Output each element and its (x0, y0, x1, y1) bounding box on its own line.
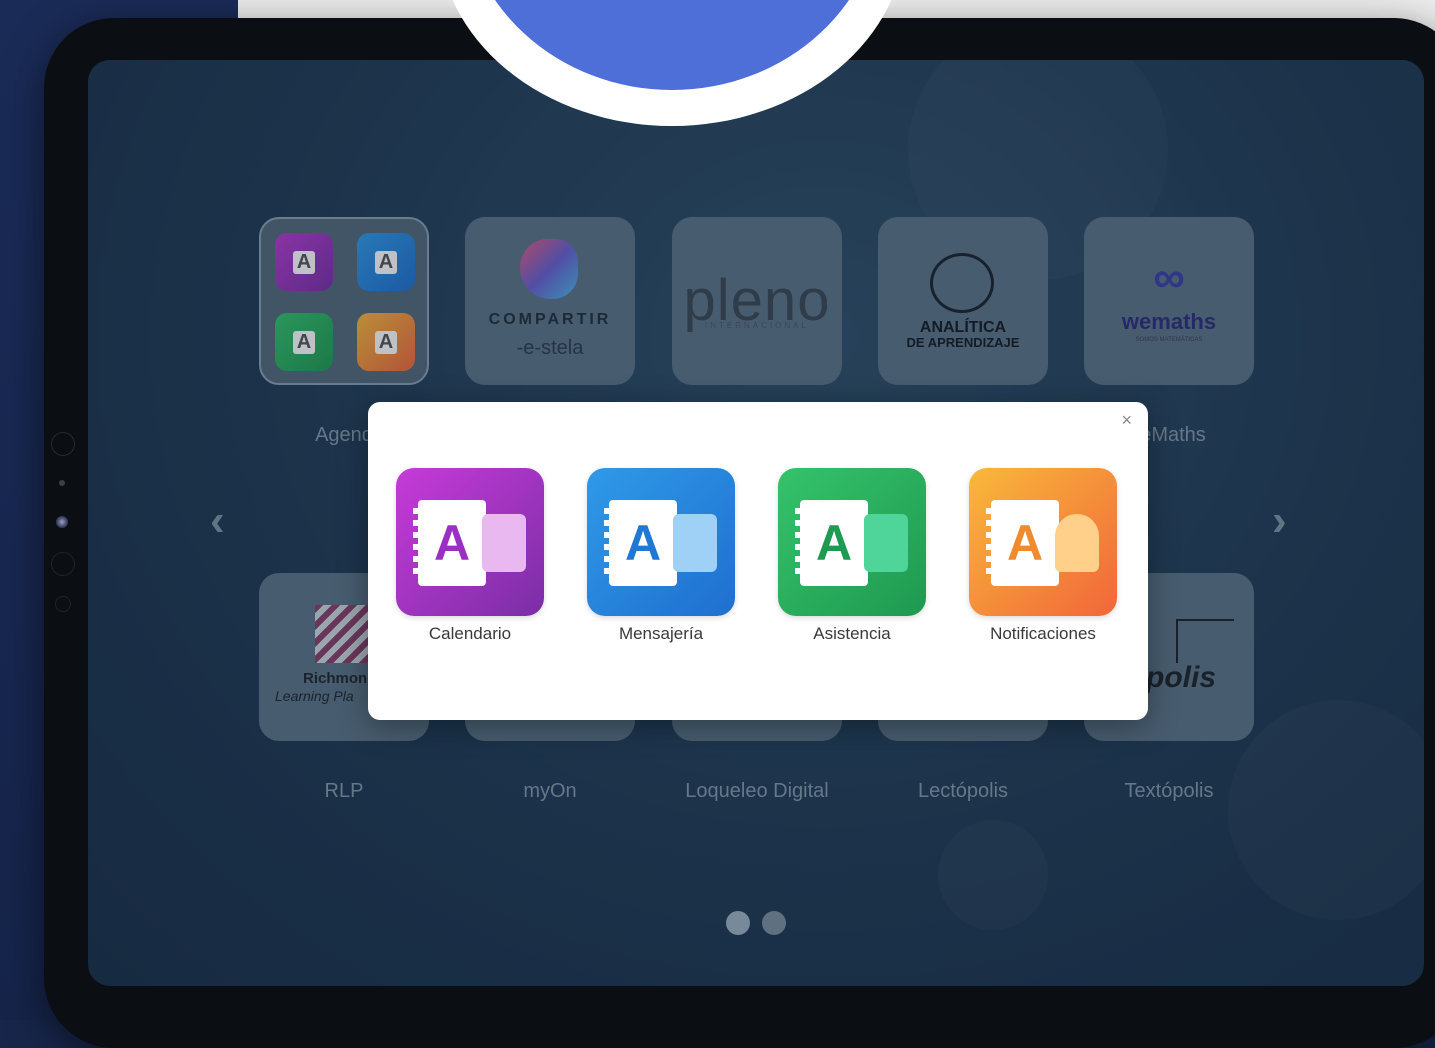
app-label-calendario: Calendario (428, 624, 512, 643)
tablet-sensor (51, 432, 75, 456)
app-calendario[interactable]: A Calendario (396, 468, 544, 644)
app-asistencia[interactable]: A Asistencia (778, 468, 926, 644)
app-mensajeria[interactable]: A Mensajería (587, 468, 735, 644)
app-notificaciones[interactable]: A Notificaciones (969, 468, 1117, 644)
close-icon[interactable]: × (1121, 410, 1132, 431)
tablet-sensor (55, 596, 71, 612)
tablet-sensor (51, 552, 75, 576)
checklist-icon: A (778, 468, 926, 616)
notification-bell-icon (1055, 514, 1099, 572)
book-rings-icon (604, 508, 614, 580)
app-label-mensajeria: Mensajería (618, 624, 704, 643)
agenda-book-icon: A (609, 500, 677, 586)
book-rings-icon (986, 508, 996, 580)
bell-icon: A (969, 468, 1117, 616)
agenda-modal: × A Calendario A Mensajería A Asistencia… (368, 402, 1148, 720)
agenda-book-icon: A (991, 500, 1059, 586)
tablet-camera (56, 516, 68, 528)
book-letter: A (1006, 515, 1044, 571)
app-label-asistencia: Asistencia (813, 624, 891, 643)
check-list-icon (864, 514, 908, 572)
envelope-icon (673, 514, 717, 572)
agenda-book-icon: A (800, 500, 868, 586)
book-rings-icon (413, 508, 423, 580)
book-letter: A (433, 515, 471, 571)
book-letter: A (624, 515, 662, 571)
agenda-book-icon: A (418, 500, 486, 586)
book-letter: A (815, 515, 853, 571)
mail-icon: A (587, 468, 735, 616)
book-rings-icon (795, 508, 805, 580)
tablet-sensor (59, 480, 65, 486)
app-label-notificaciones: Notificaciones (990, 624, 1096, 643)
calendar-grid-icon (482, 514, 526, 572)
calendar-icon: A (396, 468, 544, 616)
